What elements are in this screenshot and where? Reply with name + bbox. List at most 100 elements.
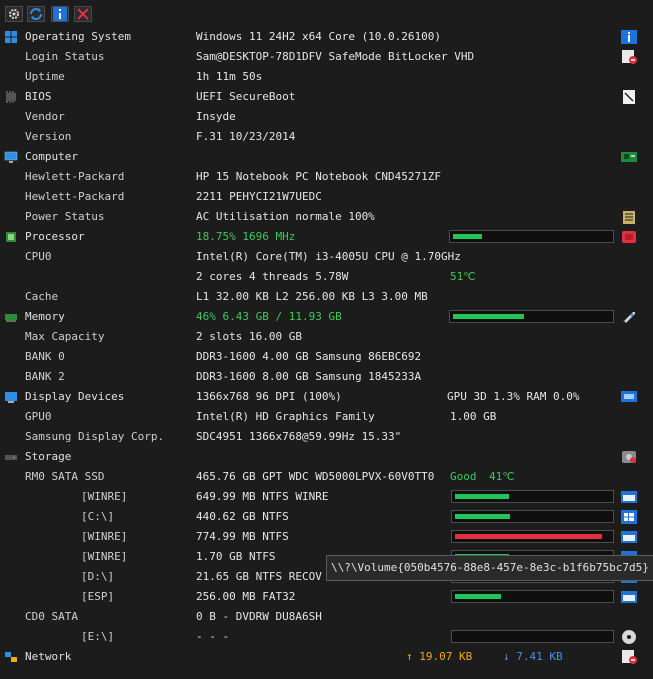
volume-path-tooltip: \\?\Volume{050b4576-88e8-457e-8e3c-b1f6b…: [326, 555, 653, 581]
row-partition-esp: [ESP] 256.00 MB FAT32: [0, 587, 653, 607]
row-uptime: Uptime 1h 11m 50s: [0, 67, 653, 87]
optical-disc-icon[interactable]: [620, 629, 638, 645]
p2-usage-bar: [451, 510, 614, 523]
cache-value: L1 32.00 KB L2 256.00 KB L3 3.00 MB: [196, 290, 428, 303]
window-icon[interactable]: [620, 529, 638, 545]
row-partition-c: [C:\] 440.62 GB NTFS: [0, 507, 653, 527]
row-partition-winre-1: [WINRE] 649.99 MB NTFS WINRE: [0, 487, 653, 507]
network-label: Network: [25, 650, 72, 663]
row-bank-2: BANK 2 DDR3-1600 8.00 GB Samsung 1845233…: [0, 367, 653, 387]
p5-label: [D:\]: [81, 570, 115, 583]
windows-icon: [4, 30, 18, 44]
memory-label: Memory: [25, 310, 65, 323]
row-operating-system: Operating System Windows 11 24H2 x64 Cor…: [0, 27, 653, 47]
p1-value: 649.99 MB NTFS WINRE: [196, 490, 329, 503]
info-icon[interactable]: [51, 6, 69, 22]
row-cd0-sata: CD0 SATA 0 B - DVDRW DU8A6SH: [0, 607, 653, 627]
p5-value: 21.65 GB NTFS RECOV: [196, 570, 322, 583]
rm0-temp: 41℃: [489, 470, 515, 483]
cpu0-label: CPU0: [25, 250, 52, 263]
processor-load-bar: [449, 230, 614, 243]
network-icon: [4, 650, 18, 664]
gpu0-memory: 1.00 GB: [450, 410, 497, 423]
network-upload: ↑ 19.07 KB: [406, 650, 473, 663]
memory-load-fill: [453, 314, 524, 319]
bios-value: UEFI SecureBoot: [196, 90, 296, 103]
p1-usage-bar: [451, 490, 614, 503]
p2-usage-fill: [455, 514, 510, 519]
row-version: Version F.31 10/23/2014: [0, 127, 653, 147]
vendor-label: Vendor: [25, 110, 65, 123]
p1-label: [WINRE]: [81, 490, 128, 503]
cd0-value: 0 B - DVDRW DU8A6SH: [196, 610, 322, 623]
bank0-label: BANK 0: [25, 350, 65, 363]
battery-icon[interactable]: [620, 209, 638, 225]
display-value: 1366x768 96 DPI (100%): [196, 390, 342, 403]
windows-logo-icon[interactable]: [620, 509, 638, 525]
processor-value: 18.75% 1696 MHz: [196, 230, 296, 243]
window-icon[interactable]: [620, 489, 638, 505]
p3-usage-bar: [451, 530, 614, 543]
samsung-value: SDC4951 1366x768@59.99Hz 15.33": [196, 430, 402, 443]
rm0-label: RM0 SATA SSD: [25, 470, 105, 483]
p6-usage-bar: [451, 590, 614, 603]
document-icon[interactable]: [620, 89, 638, 105]
row-hewlett-packard-1: Hewlett-Packard HP 15 Notebook PC Notebo…: [0, 167, 653, 187]
cpu0-value: Intel(R) Core(TM) i3-4005U CPU @ 1.70GHz: [196, 250, 461, 263]
display-gpu-usage: GPU 3D 1.3% RAM 0.0%: [447, 390, 580, 403]
window-icon[interactable]: [620, 589, 638, 605]
version-label: Version: [25, 130, 72, 143]
network-download: ↓ 7.41 KB: [503, 650, 563, 663]
hp1-label: Hewlett-Packard: [25, 170, 125, 183]
bank0-value: DDR3-1600 4.00 GB Samsung 86EBC692: [196, 350, 422, 363]
row-hewlett-packard-2: Hewlett-Packard 2211 PEHYCI21W7UEDC: [0, 187, 653, 207]
p2-label: [C:\]: [81, 510, 115, 523]
gear-icon[interactable]: [5, 6, 23, 22]
screen-icon[interactable]: [620, 389, 638, 405]
row-cache: Cache L1 32.00 KB L2 256.00 KB L3 3.00 M…: [0, 287, 653, 307]
row-cpu0-detail: 2 cores 4 threads 5.78W 51℃: [0, 267, 653, 287]
row-samsung-display: Samsung Display Corp. SDC4951 1366x768@5…: [0, 427, 653, 447]
row-partition-e: [E:\] - - -: [0, 627, 653, 647]
p2-value: 440.62 GB NTFS: [196, 510, 289, 523]
motherboard-icon[interactable]: [620, 149, 638, 165]
p6-label: [ESP]: [81, 590, 115, 603]
cpu-red-icon[interactable]: [620, 229, 638, 245]
cpu-icon: [4, 230, 18, 244]
uptime-value: 1h 11m 50s: [196, 70, 263, 83]
hp2-value: 2211 PEHYCI21W7UEDC: [196, 190, 322, 203]
cpu0-detail-value: 2 cores 4 threads 5.78W: [196, 270, 349, 283]
row-login-status: Login Status Sam@DESKTOP-78D1DFV SafeMod…: [0, 47, 653, 67]
samsung-label: Samsung Display Corp.: [25, 430, 165, 443]
bios-label: BIOS: [25, 90, 52, 103]
user-block-icon[interactable]: [620, 49, 638, 65]
row-storage: Storage: [0, 447, 653, 467]
p3-usage-fill: [455, 534, 602, 539]
rm0-value: 465.76 GB GPT WDC WD5000LPVX-60V0TT0: [196, 470, 435, 483]
info-icon[interactable]: [620, 29, 638, 45]
close-icon[interactable]: [74, 6, 92, 22]
p3-label: [WINRE]: [81, 530, 128, 543]
row-gpu0: GPU0 Intel(R) HD Graphics Family 1.00 GB: [0, 407, 653, 427]
hp2-label: Hewlett-Packard: [25, 190, 125, 203]
p6-usage-fill: [455, 594, 501, 599]
toolbar: [0, 0, 653, 26]
disk-icon[interactable]: [620, 449, 638, 465]
maxcap-label: Max Capacity: [25, 330, 105, 343]
p1-usage-fill: [455, 494, 509, 499]
os-value: Windows 11 24H2 x64 Core (10.0.26100): [196, 30, 442, 43]
row-display-devices: Display Devices 1366x768 96 DPI (100%) G…: [0, 387, 653, 407]
row-network: Network ↑ 19.07 KB ↓ 7.41 KB: [0, 647, 653, 667]
rocket-icon[interactable]: [620, 309, 638, 325]
p3-value: 774.99 MB NTFS: [196, 530, 289, 543]
login-value: Sam@DESKTOP-78D1DFV SafeMode BitLocker V…: [196, 50, 475, 63]
refresh-icon[interactable]: [27, 6, 45, 22]
display-label: Display Devices: [25, 390, 125, 403]
cpu0-temp: 51℃: [450, 270, 476, 283]
e-value: - - -: [196, 630, 230, 643]
version-value: F.31 10/23/2014: [196, 130, 296, 143]
network-block-icon[interactable]: [620, 649, 638, 665]
row-power-status: Power Status AC Utilisation normale 100%: [0, 207, 653, 227]
p4-label: [WINRE]: [81, 550, 128, 563]
p6-value: 256.00 MB FAT32: [196, 590, 296, 603]
